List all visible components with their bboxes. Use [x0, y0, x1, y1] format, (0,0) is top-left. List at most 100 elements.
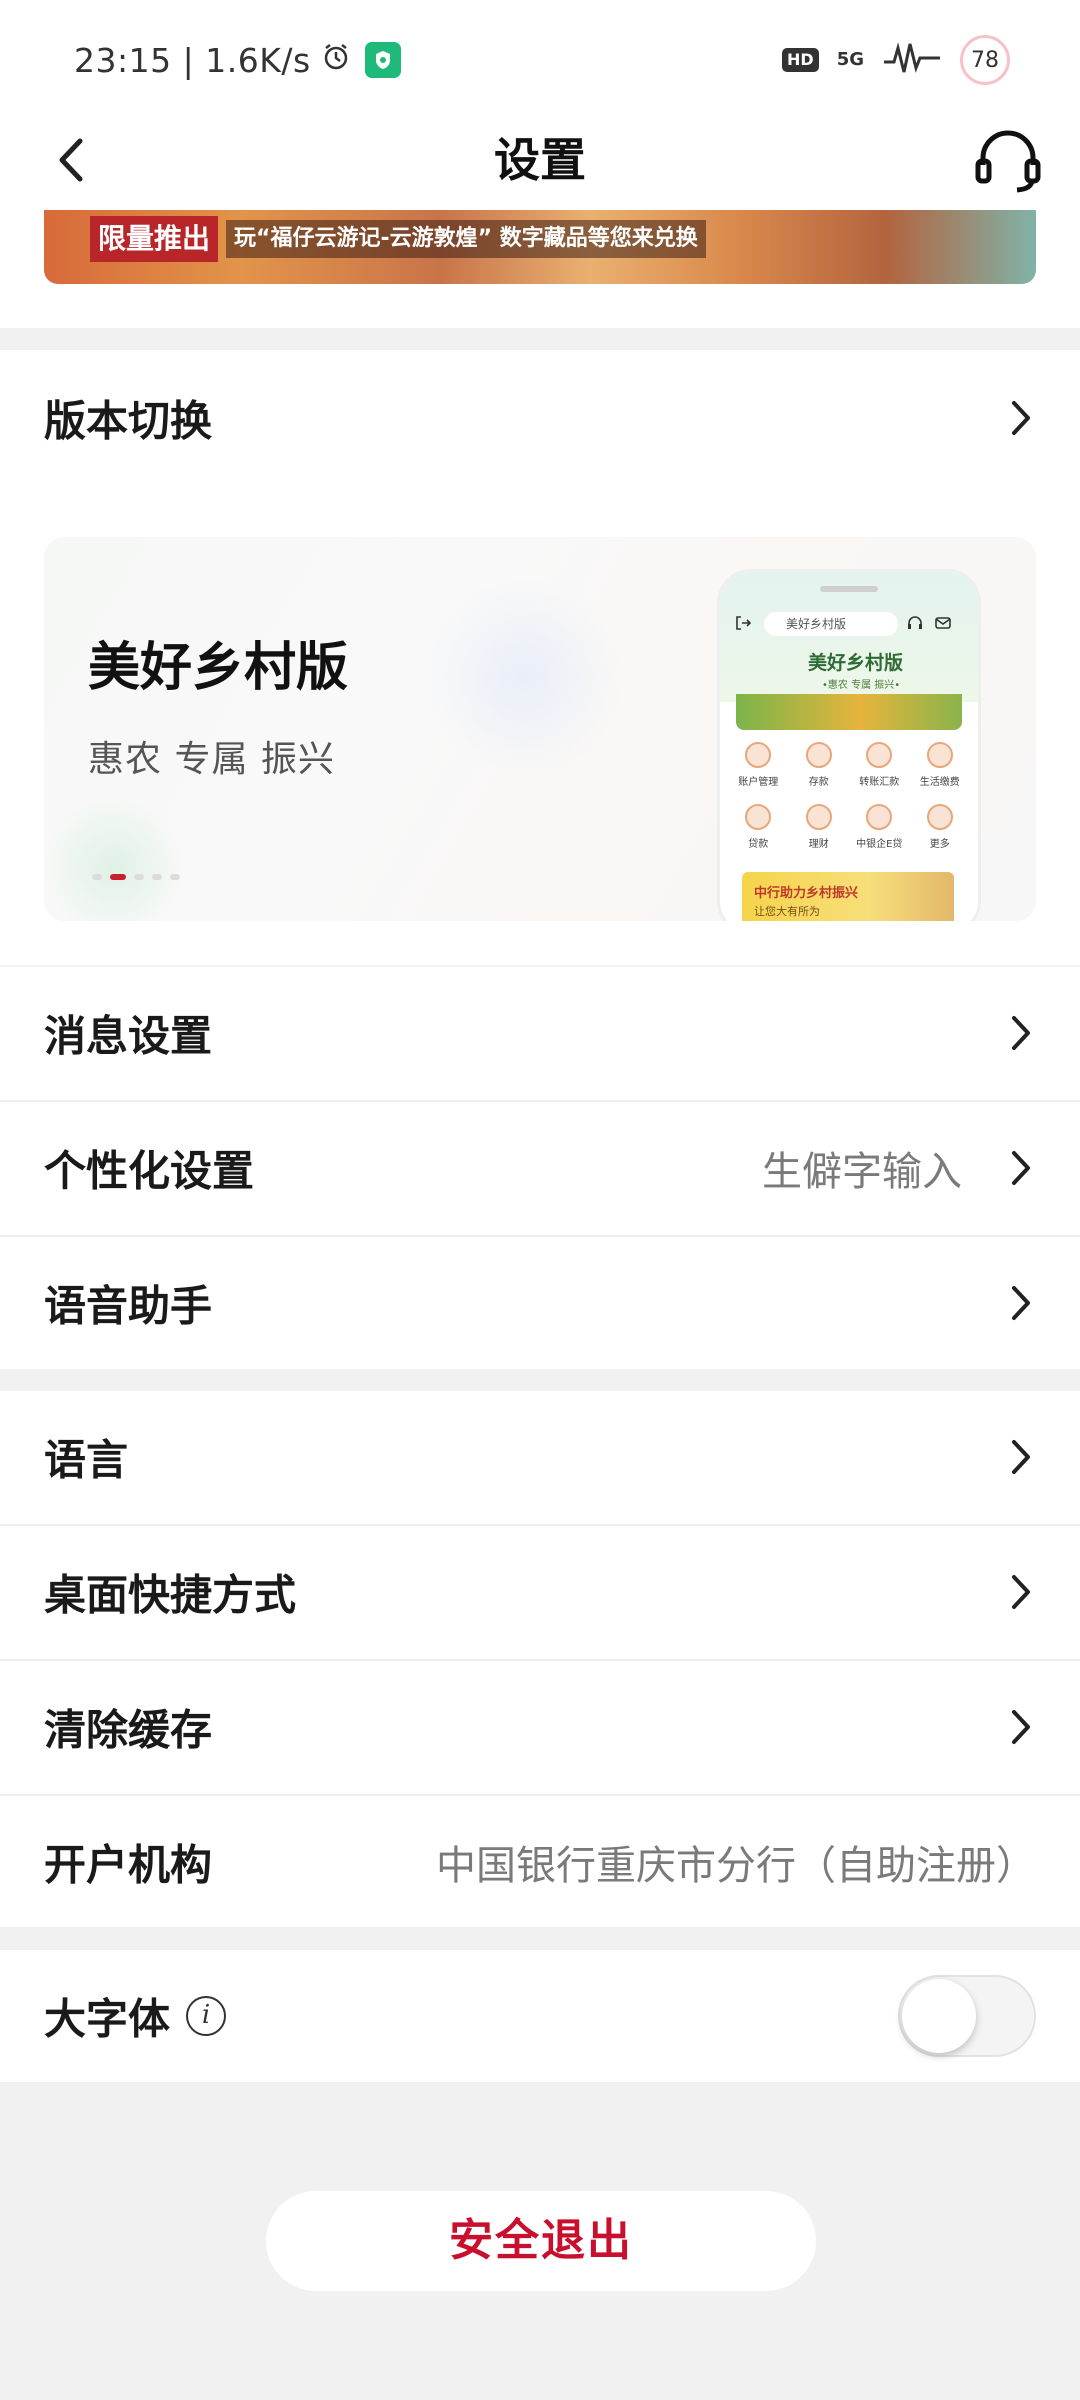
page-title: 设置 — [494, 133, 586, 187]
personalization-label: 个性化设置 — [44, 1146, 255, 1196]
promo-line1: 中行助力乡村振兴 — [754, 886, 859, 901]
banner-tag: 限量推出 — [90, 216, 219, 262]
feature-icon — [805, 742, 832, 768]
hd-icon: HD — [782, 48, 819, 72]
carousel-dots[interactable] — [92, 874, 180, 880]
info-icon[interactable]: i — [186, 1996, 226, 2036]
phone-feature-grid: 账户管理 存款 转账汇款 生活缴费 贷款 理财 中银企E贷 更多 — [728, 742, 970, 850]
phone-grid-item: 更多 — [910, 804, 971, 850]
voice-assistant-row[interactable]: 语音助手 — [0, 1237, 1080, 1369]
feature-label: 存款 — [808, 777, 829, 788]
large-font-row: 大字体 i — [0, 1950, 1080, 2082]
message-icon — [934, 614, 952, 636]
desktop-shortcut-label: 桌面快捷方式 — [44, 1570, 297, 1620]
large-font-label: 大字体 — [44, 1994, 171, 2044]
customer-service-button[interactable] — [970, 122, 1046, 198]
battery-indicator: 78 — [960, 35, 1010, 85]
voice-assistant-label: 语音助手 — [44, 1281, 213, 1331]
personalization-row[interactable]: 个性化设置 生僻字输入 — [0, 1102, 1080, 1234]
carousel-dot[interactable] — [170, 874, 180, 880]
carousel-dot[interactable] — [92, 874, 102, 880]
promo-banner[interactable]: 限量推出 玩“福仔云游记-云游敦煌” 数字藏品等您来兑换 — [44, 210, 1036, 284]
phone-heading: 美好乡村版 — [808, 652, 904, 674]
chevron-right-icon — [1006, 1148, 1036, 1188]
clear-cache-row[interactable]: 清除缓存 — [0, 1661, 1080, 1793]
phone-slogan: •惠农 专属 振兴• — [822, 680, 901, 691]
wheat-field-illustration — [736, 694, 962, 730]
status-left: 23:15 | 1.6K/s — [74, 36, 401, 84]
version-card[interactable]: 美好乡村版 惠农 专属 振兴 美好乡村版 美好乡村版 •惠农 专属 振兴• 账户… — [44, 537, 1036, 921]
feature-label: 中银企E贷 — [856, 839, 903, 850]
branch-value: 中国银行重庆市分行（自助注册） — [436, 1842, 1036, 1889]
settings-group-general: 消息设置 个性化设置 生僻字输入 语音助手 — [0, 967, 1080, 1369]
language-label: 语言 — [44, 1435, 129, 1485]
toggle-knob — [902, 1979, 976, 2053]
nav-bar: 设置 — [0, 110, 1080, 210]
carousel-dot[interactable] — [134, 874, 144, 880]
feature-icon — [926, 742, 953, 768]
feature-icon — [805, 804, 832, 830]
language-row[interactable]: 语言 — [0, 1391, 1080, 1523]
phone-notch — [820, 586, 878, 592]
settings-group-display: 大字体 i — [0, 1950, 1080, 2082]
desktop-shortcut-row[interactable]: 桌面快捷方式 — [0, 1526, 1080, 1658]
signal-icon — [882, 40, 942, 80]
phone-preview: 美好乡村版 美好乡村版 •惠农 专属 振兴• 账户管理 存款 转账汇款 生活缴费… — [717, 569, 981, 921]
banner-section: 限量推出 玩“福仔云游记-云游敦煌” 数字藏品等您来兑换 — [0, 210, 1080, 328]
branch-label: 开户机构 — [44, 1840, 213, 1889]
status-right: HD 5G 78 — [782, 35, 1010, 85]
feature-label: 生活缴费 — [919, 777, 960, 788]
alarm-icon — [321, 41, 351, 80]
carousel-dot-active[interactable] — [110, 874, 126, 880]
feature-icon — [745, 804, 772, 830]
message-settings-row[interactable]: 消息设置 — [0, 967, 1080, 1099]
promo-line2: 让您大有所为 — [754, 905, 820, 918]
chevron-right-icon — [1006, 1013, 1036, 1053]
feature-icon — [866, 804, 893, 830]
headset-icon — [975, 130, 1041, 193]
banner-text: 玩“福仔云游记-云游敦煌” 数字藏品等您来兑换 — [226, 220, 706, 258]
decorative-glow — [44, 797, 184, 921]
phone-grid-item: 账户管理 — [728, 742, 789, 788]
branch-row: 开户机构 中国银行重庆市分行（自助注册） — [0, 1796, 1080, 1927]
chevron-right-icon — [1006, 1707, 1036, 1747]
phone-search: 美好乡村版 — [764, 612, 898, 636]
version-card-title: 美好乡村版 — [88, 638, 349, 698]
feature-label: 更多 — [929, 839, 950, 850]
carousel-dot[interactable] — [152, 874, 162, 880]
phone-grid-item: 转账汇款 — [849, 742, 910, 788]
personalization-value: 生僻字输入 — [762, 1149, 962, 1195]
version-card-subtitle: 惠农 专属 振兴 — [88, 739, 335, 780]
version-switch-row[interactable]: 版本切换 — [0, 350, 1080, 485]
phone-grid-item: 理财 — [789, 804, 850, 850]
network-label: 5G — [836, 49, 864, 70]
feature-label: 贷款 — [748, 839, 769, 850]
chevron-right-icon — [1006, 1437, 1036, 1477]
large-font-toggle[interactable] — [898, 1975, 1036, 2057]
shield-app-icon — [364, 42, 401, 78]
settings-group-system: 语言 桌面快捷方式 清除缓存 开户机构 中国银行重庆市分行（自助注册） — [0, 1391, 1080, 1927]
feature-label: 转账汇款 — [859, 777, 900, 788]
phone-promo-banner: 中行助力乡村振兴 让您大有所为 — [742, 872, 954, 921]
clear-cache-label: 清除缓存 — [44, 1705, 213, 1755]
status-separator: | — [171, 40, 206, 80]
chevron-right-icon — [1006, 1572, 1036, 1612]
status-net-speed: 1.6K/s — [205, 40, 311, 80]
phone-grid-item: 贷款 — [728, 804, 789, 850]
message-settings-label: 消息设置 — [44, 1011, 213, 1061]
feature-icon — [866, 742, 893, 768]
chevron-right-icon — [1006, 398, 1036, 438]
feature-icon — [745, 742, 772, 768]
phone-grid-item: 存款 — [789, 742, 850, 788]
status-bar: 23:15 | 1.6K/s HD 5G 78 — [0, 0, 1080, 110]
chevron-right-icon — [1006, 1283, 1036, 1323]
feature-label: 账户管理 — [738, 777, 779, 788]
logout-button[interactable]: 安全退出 — [266, 2191, 816, 2291]
headset-icon — [906, 614, 924, 636]
phone-grid-item: 生活缴费 — [910, 742, 971, 788]
exit-icon — [734, 614, 752, 636]
feature-icon — [926, 804, 953, 830]
decorative-glow — [424, 577, 624, 777]
version-switch-label: 版本切换 — [44, 396, 213, 445]
feature-label: 理财 — [808, 839, 829, 850]
